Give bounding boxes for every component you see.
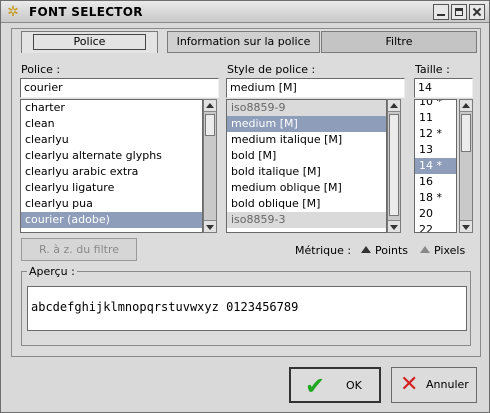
list-item[interactable]: 10 * [415, 100, 456, 110]
list-item[interactable]: 11 [415, 110, 456, 126]
size-scrollbar[interactable] [459, 99, 473, 233]
list-item[interactable]: clearlyu [21, 132, 202, 148]
cancel-button[interactable]: ✕ Annuler [391, 367, 477, 403]
family-entry[interactable]: courier [20, 78, 219, 98]
scroll-thumb[interactable] [461, 114, 471, 152]
list-item[interactable]: 14 * [415, 158, 456, 174]
pixels-radio[interactable] [420, 245, 430, 255]
list-item[interactable]: bold italique [M] [227, 164, 386, 180]
check-icon: ✔ [305, 372, 326, 400]
list-item[interactable]: 13 [415, 142, 456, 158]
list-item[interactable]: courier (adobe) [21, 212, 202, 228]
scroll-up-arrow[interactable] [460, 100, 472, 112]
scroll-up-arrow[interactable] [204, 100, 216, 112]
list-item[interactable]: 18 * [415, 190, 456, 206]
tab-filtre[interactable]: Filtre [321, 31, 477, 53]
list-item[interactable]: bold oblique [M] [227, 196, 386, 212]
list-item[interactable]: medium [M] [227, 116, 386, 132]
list-item[interactable]: bold [M] [227, 148, 386, 164]
ok-button[interactable]: ✔ OK [289, 367, 381, 403]
scroll-thumb[interactable] [389, 114, 399, 216]
metric-label: Métrique : [295, 244, 352, 257]
size-list[interactable]: 10 * 11 12 * 13 14 * 16 18 * 20 22 [414, 99, 457, 233]
tab-information[interactable]: Information sur la police [167, 31, 320, 53]
style-entry[interactable]: medium [M] [226, 78, 405, 98]
list-item[interactable]: 12 * [415, 126, 456, 142]
font-selector-window: ✲ FONT SELECTOR Police Information sur l… [0, 0, 490, 413]
list-item[interactable]: clearlyu ligature [21, 180, 202, 196]
scroll-up-arrow[interactable] [388, 100, 400, 112]
style-label: Style de police : [227, 63, 316, 76]
gear-icon[interactable]: ✲ [5, 4, 21, 20]
tab-police[interactable]: Police [21, 31, 158, 53]
scroll-down-arrow[interactable] [388, 220, 400, 232]
x-icon: ✕ [400, 372, 419, 397]
family-list[interactable]: charter clean clearlyu clearlyu alternate g… [20, 99, 203, 233]
preview-text[interactable]: abcdefghijklmnopqrstuvwxyz 0123456789 [27, 286, 467, 331]
list-item[interactable]: clean [21, 116, 202, 132]
list-item[interactable]: charter [21, 100, 202, 116]
list-item[interactable]: iso8859-9 [227, 100, 386, 116]
list-item[interactable]: 22 [415, 222, 456, 232]
reset-filter-button[interactable]: R. à z. du filtre [21, 238, 137, 261]
window-title: FONT SELECTOR [29, 5, 143, 19]
maximize-button[interactable] [451, 4, 467, 20]
pixels-label[interactable]: Pixels [434, 244, 465, 257]
style-list[interactable]: iso8859-9 medium [M] medium italique [M] bo… [226, 99, 387, 233]
title-bar[interactable]: ✲ FONT SELECTOR [1, 1, 489, 23]
points-radio[interactable] [361, 245, 371, 255]
list-item[interactable]: medium oblique [M] [227, 180, 386, 196]
list-item[interactable]: iso8859-3 [227, 212, 386, 228]
list-item[interactable]: 20 [415, 206, 456, 222]
points-label[interactable]: Points [375, 244, 408, 257]
size-entry[interactable]: 14 [414, 78, 473, 98]
family-scrollbar[interactable] [203, 99, 217, 233]
list-item[interactable]: 16 [415, 174, 456, 190]
close-button[interactable] [469, 4, 485, 20]
list-item[interactable]: clearlyu arabic extra [21, 164, 202, 180]
list-item[interactable]: clearlyu pua [21, 196, 202, 212]
scroll-down-arrow[interactable] [460, 220, 472, 232]
list-item[interactable]: medium italique [M] [227, 132, 386, 148]
preview-label: Aperçu : [27, 265, 77, 278]
style-scrollbar[interactable] [387, 99, 401, 233]
scroll-thumb[interactable] [205, 114, 215, 136]
family-label: Police : [21, 63, 61, 76]
size-label: Taille : [415, 63, 450, 76]
scroll-down-arrow[interactable] [204, 220, 216, 232]
minimize-button[interactable] [433, 4, 449, 20]
list-item[interactable]: clearlyu alternate glyphs [21, 148, 202, 164]
